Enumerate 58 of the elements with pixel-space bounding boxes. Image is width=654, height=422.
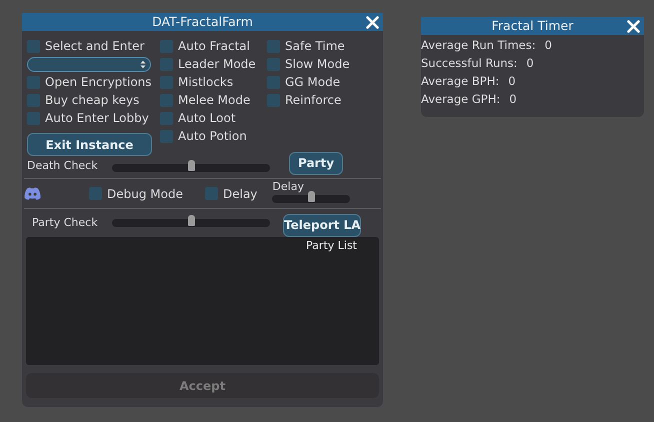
checkbox-label: Delay xyxy=(222,188,258,200)
close-icon[interactable] xyxy=(366,16,379,29)
checkbox-label: Safe Time xyxy=(285,40,345,52)
stat-label: Average GPH: xyxy=(421,91,500,108)
checkbox[interactable] xyxy=(204,187,218,200)
checkbox[interactable] xyxy=(160,40,173,52)
checkbox[interactable] xyxy=(160,112,173,124)
checkbox-label: Auto Potion xyxy=(178,130,247,142)
list-title: Party List xyxy=(306,238,357,252)
checkbox[interactable] xyxy=(27,112,40,124)
checkbox[interactable] xyxy=(27,76,40,88)
stat-value: 0 xyxy=(526,55,534,72)
checkbox-label: Select and Enter xyxy=(45,40,144,52)
stat-label: Successful Runs: xyxy=(421,55,518,72)
checkbox[interactable] xyxy=(27,94,40,106)
checkbox-label: Buy cheap keys xyxy=(45,94,140,106)
button[interactable]: Teleport LA xyxy=(283,214,361,236)
checkbox[interactable] xyxy=(160,76,173,88)
party-list[interactable]: Party List xyxy=(26,237,379,365)
checkbox-label: Slow Mode xyxy=(285,58,350,70)
game-controller-icon[interactable] xyxy=(24,187,41,200)
stat-value: 0 xyxy=(509,91,517,108)
checkbox-label: Reinforce xyxy=(285,94,342,106)
slider-label: Party Check xyxy=(32,214,99,231)
button[interactable]: Party xyxy=(289,152,343,174)
window-title: DAT-FractalFarm xyxy=(152,16,253,28)
checkbox[interactable] xyxy=(89,187,102,200)
checkbox-label: Debug Mode xyxy=(107,188,183,200)
slider-label: Delay xyxy=(272,180,305,192)
window-title: Fractal Timer xyxy=(492,20,574,32)
slider-thumb[interactable] xyxy=(308,190,316,202)
checkbox[interactable] xyxy=(160,130,173,142)
stat-label: Average BPH: xyxy=(421,73,500,90)
slider-label: Death Check xyxy=(27,158,99,174)
dropdown[interactable] xyxy=(27,56,151,72)
slider-thumb[interactable] xyxy=(188,215,195,226)
checkbox[interactable] xyxy=(160,58,173,70)
stat-value: 0 xyxy=(544,37,552,54)
checkbox-label: Melee Mode xyxy=(178,94,250,106)
close-icon[interactable] xyxy=(627,20,640,33)
button[interactable]: Exit Instance xyxy=(27,133,152,156)
checkbox[interactable] xyxy=(27,40,40,52)
checkbox[interactable] xyxy=(267,40,280,52)
stat-label: Average Run Times: xyxy=(421,37,536,54)
updown-icon xyxy=(140,60,146,68)
checkbox-label: GG Mode xyxy=(285,76,340,88)
checkbox-label: Auto Loot xyxy=(178,112,236,124)
checkbox[interactable] xyxy=(267,94,280,106)
checkbox-label: Auto Fractal xyxy=(178,40,250,52)
stat-value: 0 xyxy=(508,73,516,90)
checkbox[interactable] xyxy=(267,76,280,88)
checkbox[interactable] xyxy=(160,94,173,106)
slider-thumb[interactable] xyxy=(188,160,195,170)
checkbox-label: Leader Mode xyxy=(178,58,256,70)
checkbox[interactable] xyxy=(267,58,280,70)
checkbox-label: Auto Enter Lobby xyxy=(45,112,149,124)
checkbox-label: Open Encryptions xyxy=(45,76,152,88)
checkbox-label: Mistlocks xyxy=(178,76,234,88)
